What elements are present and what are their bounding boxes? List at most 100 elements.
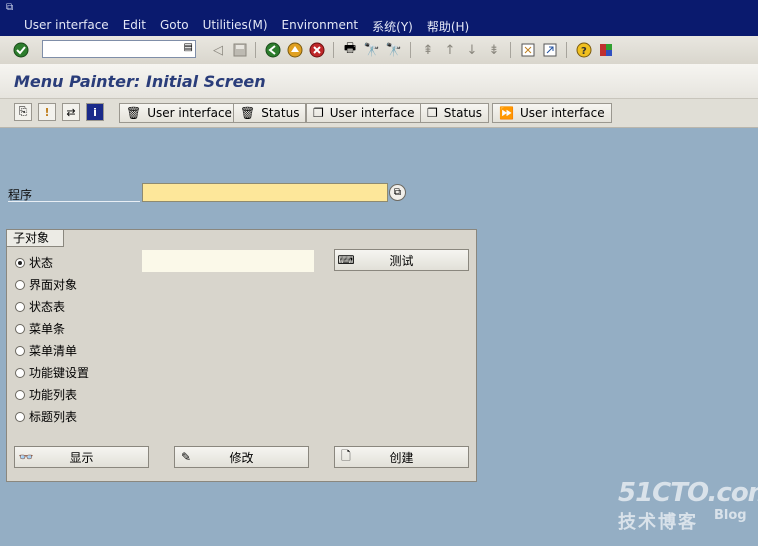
create-button[interactable]: 🗋 创建 — [334, 446, 469, 468]
glasses-icon: 👓 — [18, 450, 34, 464]
radio-menu-bar[interactable]: 菜单条 — [15, 320, 65, 337]
radio-menu-list[interactable]: 菜单清单 — [15, 342, 77, 359]
trash-icon: 🗑 — [126, 106, 142, 120]
copy-user-interface-button[interactable]: ❐ User interface — [306, 103, 422, 123]
cancel-icon[interactable] — [307, 40, 327, 60]
radio-function-key-settings[interactable]: 功能键设置 — [15, 364, 89, 381]
system-menu-icon[interactable]: ⧉ — [6, 3, 18, 13]
radio-label: 菜单条 — [29, 322, 66, 336]
radio-label: 菜单清单 — [29, 344, 78, 358]
radio-button[interactable] — [15, 323, 25, 334]
radio-status[interactable]: 状态 — [15, 254, 53, 271]
copy-status-button[interactable]: ❐ Status — [420, 103, 490, 123]
print-icon[interactable]: 🖶 — [340, 40, 360, 60]
copy-icon: ❐ — [313, 106, 324, 120]
radio-button[interactable] — [15, 389, 25, 400]
application-toolbar: ⎘ ! ⇄ i 🗑 User interface 🗑 Status ❐ User… — [0, 99, 758, 128]
group-title: 子对象 — [7, 230, 65, 247]
copy-icon: ❐ — [427, 106, 438, 120]
find-icon[interactable]: 🔭 — [362, 40, 382, 60]
menu-system[interactable]: 系统(Y) — [372, 18, 413, 35]
radio-label: 功能列表 — [29, 388, 78, 402]
menu-environment[interactable]: Environment — [282, 18, 359, 35]
button-label: 显示 — [69, 450, 94, 465]
watermark-site: 51CTO.com — [618, 478, 758, 508]
delete-status-button[interactable]: 🗑 Status — [233, 103, 307, 123]
radio-interface-objects[interactable]: 界面对象 — [15, 276, 77, 293]
first-page-icon: ⇞ — [422, 42, 434, 58]
layout-menu-icon[interactable] — [596, 40, 616, 60]
button-label: 创建 — [389, 450, 414, 465]
back-arrow-icon: ◁ — [213, 42, 223, 58]
radio-button[interactable] — [15, 279, 25, 290]
other-object-icon[interactable]: ⎘ — [14, 103, 32, 121]
display-button[interactable]: 👓 显示 — [14, 446, 149, 468]
button-label: 修改 — [229, 450, 254, 465]
rename-user-interface-button[interactable]: ⏩ User interface — [492, 103, 612, 123]
back-icon[interactable] — [263, 40, 283, 60]
button-label: User interface — [147, 106, 232, 120]
menu-bar: ⧉ User interface Edit Goto Utilities(M) … — [0, 0, 758, 36]
radio-button[interactable] — [15, 257, 25, 268]
new-session-icon[interactable] — [518, 40, 538, 60]
radio-function-list[interactable]: 功能列表 — [15, 386, 77, 403]
radio-button[interactable] — [15, 411, 25, 422]
menu-utilities[interactable]: Utilities(M) — [203, 18, 268, 35]
save-icon — [230, 40, 250, 60]
change-button[interactable]: ✎ 修改 — [174, 446, 309, 468]
toolbar-separator — [510, 42, 511, 58]
previous-page-icon: ↑ — [444, 42, 456, 58]
button-label: Status — [261, 106, 300, 120]
exit-icon[interactable] — [285, 40, 305, 60]
watermark-blog: Blog — [714, 508, 747, 523]
radio-button[interactable] — [15, 345, 25, 356]
toolbar-separator — [410, 42, 411, 58]
radio-button[interactable] — [15, 301, 25, 312]
new-document-icon: 🗋 — [341, 448, 351, 463]
menu-goto[interactable]: Goto — [160, 18, 189, 35]
trash-icon: 🗑 — [240, 106, 256, 120]
radio-label: 状态 — [29, 256, 54, 270]
site-watermark: 51CTO.com 技术博客 Blog — [618, 478, 758, 534]
test-icon: ⌨ — [337, 253, 355, 267]
menu-edit[interactable]: Edit — [123, 18, 146, 35]
radio-title-list[interactable]: 标题列表 — [15, 408, 77, 425]
test-button[interactable]: ⌨ 测试 — [334, 249, 469, 271]
standard-toolbar: ▤ ◁ 🖶 🔭 🔭 ⇞ ↑ ↓ ⇟ ? — [0, 36, 758, 65]
where-used-icon[interactable]: ⇄ — [62, 103, 80, 121]
radio-label: 界面对象 — [29, 278, 78, 292]
program-field[interactable] — [142, 183, 389, 202]
toolbar-separator — [255, 42, 256, 58]
radio-label: 功能键设置 — [29, 366, 90, 380]
command-input[interactable] — [45, 42, 179, 58]
svg-text:?: ? — [581, 46, 587, 57]
menu-user-interface[interactable]: User interface — [24, 18, 109, 35]
status-input[interactable] — [142, 250, 314, 272]
subobjects-group: 子对象 状态 界面对象 状态表 菜单条 菜单清单 功能键设置 功能列表 标题列表… — [6, 229, 477, 482]
page-title: Menu Painter: Initial Screen — [14, 72, 266, 91]
value-help-icon[interactable]: ⧉ — [389, 184, 406, 201]
information-icon[interactable]: i — [86, 103, 104, 121]
help-icon[interactable]: ? — [574, 40, 594, 60]
enter-check-icon[interactable] — [11, 40, 31, 60]
toolbar-separator — [333, 42, 334, 58]
command-field[interactable]: ▤ — [42, 40, 196, 58]
shortcut-icon[interactable] — [540, 40, 560, 60]
delete-user-interface-button[interactable]: 🗑 User interface — [119, 103, 239, 123]
menu-items: User interface Edit Goto Utilities(M) En… — [24, 18, 469, 35]
rename-icon: ⏩ — [499, 106, 514, 120]
radio-label: 状态表 — [29, 300, 66, 314]
radio-button[interactable] — [15, 367, 25, 378]
button-label: User interface — [519, 106, 605, 120]
display-change-icon[interactable]: ! — [38, 103, 56, 121]
command-history-icon[interactable]: ▤ — [184, 42, 193, 53]
menu-help[interactable]: 帮助(H) — [427, 18, 469, 35]
button-label: Status — [443, 106, 483, 120]
radio-label: 标题列表 — [29, 410, 78, 424]
button-label: 测试 — [389, 253, 414, 268]
find-next-icon: 🔭 — [385, 42, 403, 58]
radio-status-list[interactable]: 状态表 — [15, 298, 65, 315]
button-label: User interface — [329, 106, 415, 120]
program-input[interactable] — [145, 185, 389, 202]
pencil-icon: ✎ — [180, 450, 192, 464]
